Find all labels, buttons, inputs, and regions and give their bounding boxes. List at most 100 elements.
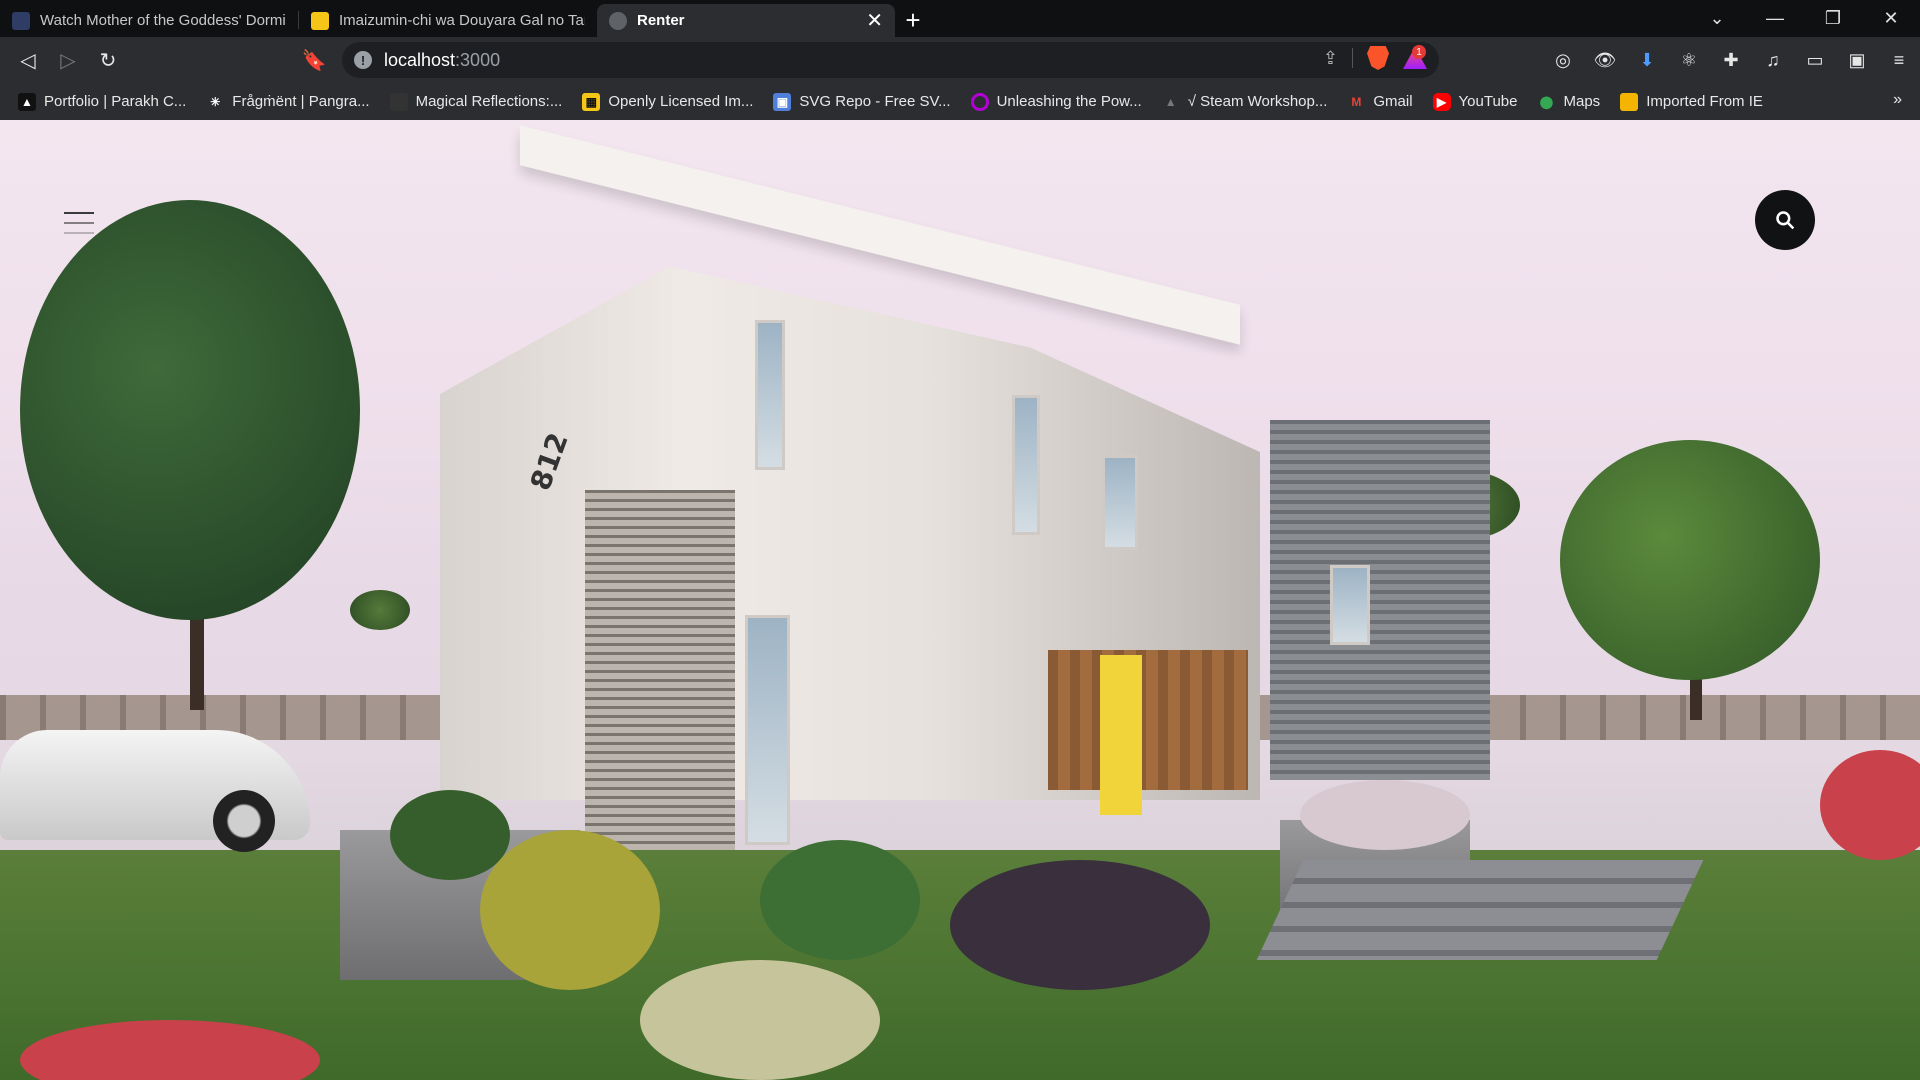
url-port: :3000 xyxy=(455,49,501,70)
reader-mode-icon[interactable]: ◎ xyxy=(1542,40,1584,80)
bookmark-label: Frågṁënt | Pangra... xyxy=(232,93,370,110)
window xyxy=(1330,565,1370,645)
brave-shields-icon[interactable] xyxy=(1367,46,1389,70)
menu-line xyxy=(64,212,94,214)
tab-search-chevron-icon[interactable]: ⌄ xyxy=(1688,0,1746,37)
oak-tree xyxy=(1560,440,1820,680)
more-bookmarks-icon[interactable]: » xyxy=(1893,91,1902,109)
bookmark-label: √ Steam Workshop... xyxy=(1187,93,1328,110)
svgrepo-icon: ▣ xyxy=(773,92,792,111)
garden-steps xyxy=(1256,860,1704,960)
bookmark-item[interactable]: M Gmail xyxy=(1347,93,1412,111)
shrub xyxy=(480,830,660,990)
bookmark-folder[interactable]: Imported From IE xyxy=(1620,92,1763,111)
tab-0[interactable]: Watch Mother of the Goddess' Dormitory xyxy=(0,4,298,37)
tab-1[interactable]: Imaizumin-chi wa Douyara Gal no Tamariba xyxy=(299,4,597,37)
bookmark-item[interactable]: ▲ Portfolio | Parakh C... xyxy=(18,92,187,111)
gmail-icon: M xyxy=(1351,94,1362,109)
bookmark-item[interactable]: ▲ √ Steam Workshop... xyxy=(1162,93,1328,111)
front-door xyxy=(1100,655,1142,815)
tab-favicon-icon xyxy=(311,11,329,30)
menu-icon[interactable]: ≡ xyxy=(1878,40,1920,80)
palm-tree xyxy=(350,590,410,630)
hamburger-menu-button[interactable] xyxy=(64,212,94,234)
bookmark-icon[interactable]: 🔖 xyxy=(294,40,334,80)
window xyxy=(1012,395,1040,535)
media-controls-icon[interactable]: ♫ xyxy=(1752,40,1794,80)
menu-line xyxy=(64,222,94,224)
bookmark-item[interactable]: ▣ SVG Repo - Free SV... xyxy=(773,92,951,111)
reload-button[interactable]: ↻ xyxy=(88,40,128,80)
restore-button[interactable]: ❐ xyxy=(1804,0,1862,37)
share-icon[interactable]: ⇪ xyxy=(1323,48,1338,69)
download-icon[interactable]: ⬇ xyxy=(1626,40,1668,80)
bookmark-item[interactable]: ⬤ Maps xyxy=(1538,93,1601,111)
back-button[interactable]: ◁ xyxy=(8,40,48,80)
window xyxy=(1102,455,1138,550)
minimize-button[interactable]: — xyxy=(1746,0,1804,37)
bookmark-label: Gmail xyxy=(1373,93,1413,110)
image-icon xyxy=(389,92,408,111)
tab-favicon-icon xyxy=(12,11,30,30)
sidebar-icon[interactable]: ▭ xyxy=(1794,40,1836,80)
window-controls: ⌄ — ❐ ✕ xyxy=(1688,0,1920,37)
hero-image: 812 xyxy=(0,120,1920,1080)
browser-window: Watch Mother of the Goddess' Dormitory I… xyxy=(0,0,1920,1080)
bookmark-label: Openly Licensed Im... xyxy=(608,93,754,110)
page-viewport: 812 xyxy=(0,120,1920,1080)
bookmarks-bar: ▲ Portfolio | Parakh C... ✳ Frågṁënt | Pan… xyxy=(0,83,1920,120)
bookmark-item[interactable]: ✳ Frågṁënt | Pangra... xyxy=(206,93,369,111)
search-button[interactable] xyxy=(1755,190,1815,250)
new-tab-button[interactable]: + xyxy=(895,4,931,37)
ring-icon xyxy=(970,92,989,111)
divider xyxy=(1352,48,1353,68)
url-host: localhost xyxy=(384,49,456,70)
close-window-button[interactable]: ✕ xyxy=(1862,0,1920,37)
house-wing xyxy=(1270,420,1490,780)
menu-line xyxy=(64,232,94,234)
shrub xyxy=(390,790,510,880)
globe-icon xyxy=(609,11,627,30)
bookmark-label: Magical Reflections:... xyxy=(415,93,563,110)
house-slats xyxy=(585,490,735,850)
close-tab-icon[interactable]: ✕ xyxy=(866,8,883,33)
react-devtools-icon[interactable]: ⚛ xyxy=(1668,40,1710,80)
shrub xyxy=(760,840,920,960)
tab-strip: Watch Mother of the Goddess' Dormitory I… xyxy=(0,0,1920,37)
extensions-area: ◎ 👁 ⬇ ⚛ ✚ ♫ ▭ ▣ ≡ xyxy=(1542,37,1920,83)
portfolio-icon: ▲ xyxy=(18,92,36,111)
bookmark-label: Unleashing the Pow... xyxy=(996,93,1142,110)
bookmark-label: SVG Repo - Free SV... xyxy=(799,93,951,110)
bookmark-item[interactable]: Unleashing the Pow... xyxy=(970,92,1142,111)
shrub xyxy=(640,960,880,1080)
bookmark-label: Portfolio | Parakh C... xyxy=(44,93,187,110)
tab-title: Renter xyxy=(637,12,685,29)
window xyxy=(755,320,785,470)
forward-button[interactable]: ▷ xyxy=(48,40,88,80)
steam-icon: ▲ xyxy=(1164,94,1177,109)
address-bar[interactable]: ! localhost:3000 ⇪ xyxy=(342,42,1439,78)
pine-tree xyxy=(20,200,360,620)
tab-2-active[interactable]: Renter ✕ xyxy=(597,4,895,37)
bookmark-label: Imported From IE xyxy=(1646,93,1763,110)
search-icon xyxy=(1776,211,1795,230)
shrub xyxy=(950,860,1210,990)
openverse-icon: ▦ xyxy=(582,92,601,111)
bookmark-label: Maps xyxy=(1563,93,1601,110)
site-info-icon[interactable]: ! xyxy=(354,51,372,69)
folder-icon xyxy=(1620,92,1639,111)
rewards-badge: 1 xyxy=(1412,45,1426,59)
maps-pin-icon: ⬤ xyxy=(1539,94,1554,109)
bookmark-label: YouTube xyxy=(1458,93,1518,110)
wood-cladding xyxy=(1048,650,1248,790)
bookmark-item[interactable]: ▶ YouTube xyxy=(1432,92,1518,111)
eye-icon[interactable]: 👁 xyxy=(1584,40,1626,80)
window xyxy=(745,615,790,845)
bookmark-item[interactable]: Magical Reflections:... xyxy=(389,92,563,111)
bookmark-item[interactable]: ▦ Openly Licensed Im... xyxy=(582,92,754,111)
wallet-icon[interactable]: ▣ xyxy=(1836,40,1878,80)
asterisk-icon: ✳ xyxy=(210,94,221,109)
tab-title: Watch Mother of the Goddess' Dormitory xyxy=(40,12,286,29)
extensions-puzzle-icon[interactable]: ✚ xyxy=(1710,40,1752,80)
toolbar: ◁ ▷ ↻ 🔖 ! localhost:3000 ⇪ 1 ◎ 👁 ⬇ ⚛ ✚ ♫… xyxy=(0,37,1920,83)
